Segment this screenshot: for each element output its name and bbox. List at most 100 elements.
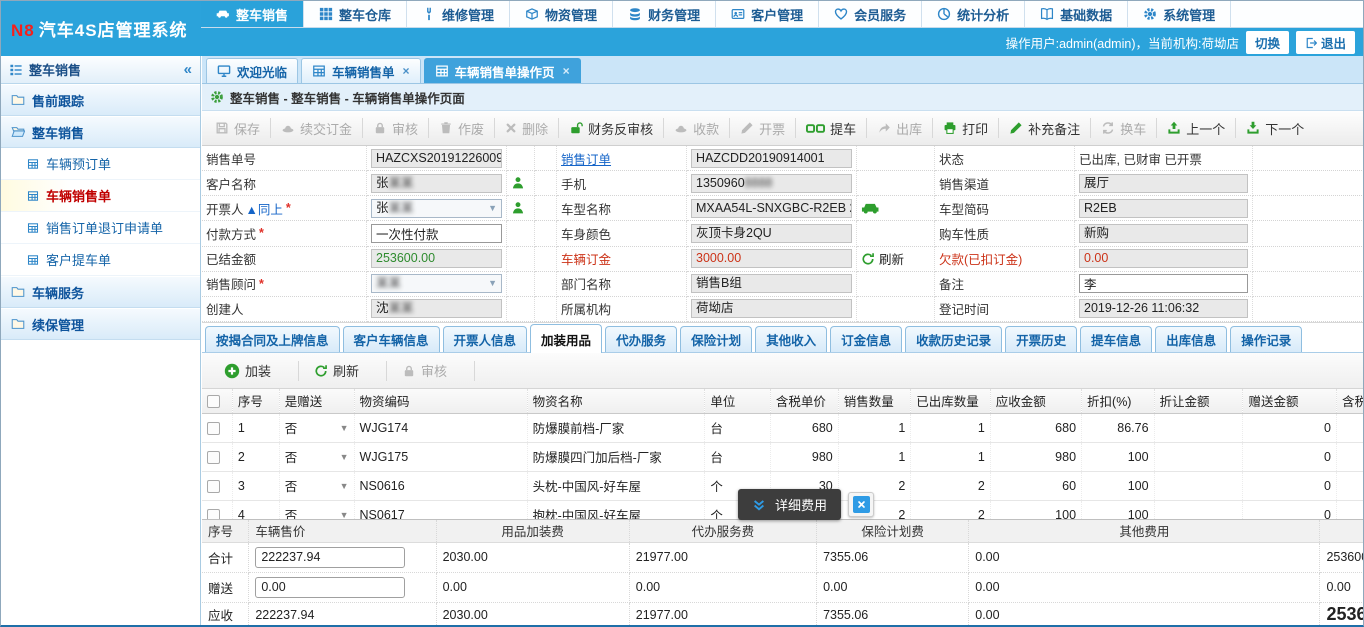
next-record-button[interactable]: 下一个: [1237, 111, 1313, 145]
invoicer-select[interactable]: 张某某▼: [371, 199, 502, 218]
sidebar-item-order-cancel-request[interactable]: 销售订单退订申请单: [1, 212, 200, 244]
detail-fee-close-button[interactable]: [848, 492, 874, 517]
sales-consultant-select[interactable]: 某某▼: [371, 274, 502, 293]
row-checkbox[interactable]: [207, 422, 220, 435]
sidebar-item-vehicle-sales-order[interactable]: 车辆销售单: [1, 180, 200, 212]
sidebar-collapse-icon[interactable]: «: [184, 61, 192, 78]
tab-mortgage-plate-info[interactable]: 按揭合同及上牌信息: [205, 326, 340, 352]
sidebar-item-customer-pickup[interactable]: 客户提车单: [1, 244, 200, 276]
save-button[interactable]: 保存: [206, 111, 269, 145]
logout-button[interactable]: 退出: [1296, 31, 1355, 54]
tab-payment-history[interactable]: 收款历史记录: [905, 326, 1002, 352]
sidebar-item-vehicle-service[interactable]: 车辆服务: [1, 276, 200, 308]
spacer: [507, 221, 535, 246]
audit-button[interactable]: 审核: [364, 111, 427, 145]
cell-gift-amount: 0: [1243, 500, 1337, 519]
pickup-button[interactable]: 提车: [797, 111, 865, 145]
sidebar-item-vehicle-preorder[interactable]: 车辆预订单: [1, 148, 200, 180]
sidebar-item-vehicle-sales[interactable]: 整车销售: [1, 116, 200, 148]
audit-accessories-button[interactable]: 审核: [388, 361, 473, 380]
nav-materials-management[interactable]: 物资管理: [510, 1, 613, 27]
tab-deposit-info[interactable]: 订金信息: [830, 326, 902, 352]
invoicer-lookup[interactable]: [507, 196, 535, 221]
sidebar-item-presale-tracking[interactable]: 售前跟踪: [1, 84, 200, 116]
row-checkbox[interactable]: [207, 509, 220, 519]
tab-close-icon[interactable]: ×: [403, 64, 410, 78]
cell-receivable: 60: [990, 471, 1081, 500]
tab-welcome[interactable]: 欢迎光临: [206, 58, 298, 83]
same-as-above-link[interactable]: ▲同上: [246, 199, 283, 218]
nav-repair-management[interactable]: 维修管理: [407, 1, 510, 27]
tab-outbound-info[interactable]: 出库信息: [1155, 326, 1227, 352]
previous-record-button[interactable]: 上一个: [1158, 111, 1234, 145]
detail-fee-toggle-button[interactable]: 详细费用: [738, 489, 841, 520]
cell-allowance: [1154, 413, 1243, 442]
nav-vehicle-warehouse[interactable]: 整车仓库: [304, 1, 407, 27]
tab-close-icon[interactable]: ×: [563, 64, 570, 78]
accessories-toolbar: 加装 刷新 审核: [202, 353, 1364, 389]
refresh-accessories-button[interactable]: 刷新: [300, 361, 385, 380]
nav-system-management[interactable]: 系统管理: [1128, 1, 1231, 27]
cell-discount: 100: [1082, 442, 1155, 471]
select-all-checkbox[interactable]: [207, 395, 220, 408]
refresh-deposit-button[interactable]: 刷新: [857, 247, 935, 272]
nav-stats-analysis[interactable]: 统计分析: [922, 1, 1025, 27]
add-accessory-button[interactable]: 加装: [210, 361, 297, 380]
collect-payment-button[interactable]: 收款: [665, 111, 728, 145]
remark-input[interactable]: [1079, 274, 1248, 293]
model-lookup[interactable]: [857, 196, 935, 221]
sales-order-link[interactable]: 销售订单: [561, 149, 611, 168]
button-label: 下一个: [1265, 119, 1304, 138]
gift-vehicle-price-input[interactable]: [255, 577, 405, 598]
tab-vehicle-sales-order[interactable]: 车辆销售单×: [301, 58, 421, 83]
nav-customer-management[interactable]: 客户管理: [716, 1, 819, 27]
nav-finance-management[interactable]: 财务管理: [613, 1, 716, 27]
spacer: [1253, 146, 1364, 171]
tab-pickup-info[interactable]: 提车信息: [1080, 326, 1152, 352]
add-remark-button[interactable]: 补充备注: [1000, 111, 1089, 145]
button-label: 出库: [896, 119, 922, 138]
total-vehicle-price-input[interactable]: [255, 547, 405, 568]
gift-select[interactable]: 否▼: [285, 476, 349, 495]
cell-receivable: 253600.00: [1320, 542, 1364, 572]
print-button[interactable]: 打印: [934, 111, 997, 145]
void-button[interactable]: 作废: [430, 111, 493, 145]
customer-lookup[interactable]: [507, 171, 535, 196]
continue-deposit-button[interactable]: 续交订金: [272, 111, 361, 145]
nav-label: 物资管理: [545, 5, 597, 24]
button-label: 保存: [234, 119, 260, 138]
sidebar-item-renewal-management[interactable]: 续保管理: [1, 308, 200, 340]
tab-agency-services[interactable]: 代办服务: [605, 326, 677, 352]
nav-member-services[interactable]: 会员服务: [819, 1, 922, 27]
label-purchase-type: 购车性质: [935, 221, 1075, 246]
row-checkbox[interactable]: [207, 451, 220, 464]
nav-base-data[interactable]: 基础数据: [1025, 1, 1128, 27]
tab-other-income[interactable]: 其他收入: [755, 326, 827, 352]
tab-invoice-history[interactable]: 开票历史: [1005, 326, 1077, 352]
tab-operation-log[interactable]: 操作记录: [1230, 326, 1302, 352]
close-icon: [857, 500, 866, 509]
gift-select[interactable]: 否▼: [285, 505, 349, 519]
tab-insurance-plan[interactable]: 保险计划: [680, 326, 752, 352]
gift-select[interactable]: 否▼: [285, 447, 349, 466]
invoice-button[interactable]: 开票: [731, 111, 794, 145]
button-label: 删除: [522, 119, 548, 138]
tab-invoicer-info[interactable]: 开票人信息: [443, 326, 528, 352]
delete-button[interactable]: 删除: [496, 111, 557, 145]
tab-sales-order-operation[interactable]: 车辆销售单操作页×: [424, 58, 581, 83]
payment-method-input[interactable]: [371, 224, 502, 243]
switch-org-button[interactable]: 切换: [1246, 31, 1289, 54]
finance-unaudit-button[interactable]: 财务反审核: [560, 111, 662, 145]
label-sales-consultant: 销售顾问*: [202, 272, 367, 297]
nav-vehicle-sales[interactable]: 整车销售: [201, 1, 304, 27]
tab-accessories[interactable]: 加装用品: [530, 324, 602, 353]
outbound-button[interactable]: 出库: [868, 111, 931, 145]
swap-vehicle-button[interactable]: 换车: [1092, 111, 1155, 145]
refresh-icon: [861, 252, 875, 266]
gift-select[interactable]: 否▼: [285, 418, 349, 437]
summary-row-total: 合计 2030.00 21977.00 7355.06 0.00 253600.…: [202, 542, 1364, 572]
tab-customer-vehicle-info[interactable]: 客户车辆信息: [343, 326, 440, 352]
row-checkbox[interactable]: [207, 480, 220, 493]
summary-row-gift: 赠送 0.00 0.00 0.00 0.00 0.00: [202, 572, 1364, 602]
field-sales-consultant: 某某▼: [367, 272, 507, 297]
